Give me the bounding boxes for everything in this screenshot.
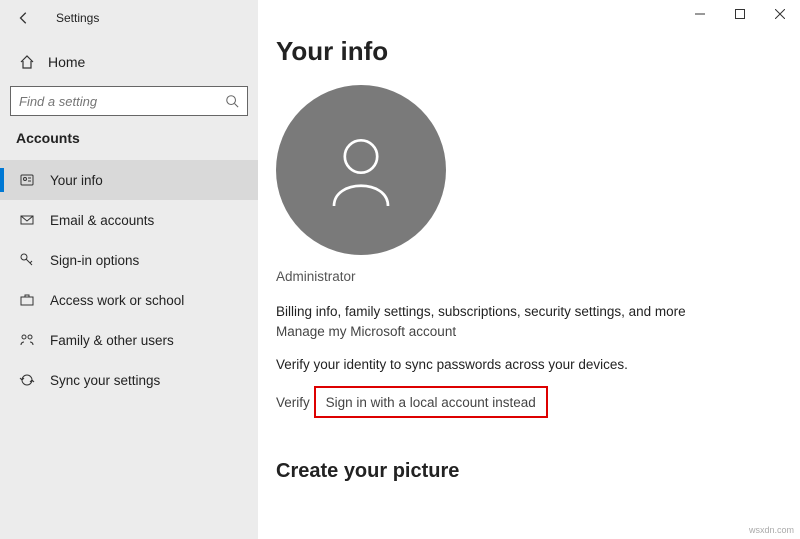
sidebar-item-email[interactable]: Email & accounts xyxy=(0,200,258,240)
back-button[interactable] xyxy=(10,4,38,32)
sidebar-item-label: Email & accounts xyxy=(50,213,154,228)
verify-desc: Verify your identity to sync passwords a… xyxy=(276,357,800,372)
sidebar-item-label: Your info xyxy=(50,173,103,188)
highlight-box: Sign in with a local account instead xyxy=(314,386,548,418)
sidebar-item-label: Sign-in options xyxy=(50,253,139,268)
home-label: Home xyxy=(48,54,85,70)
home-button[interactable]: Home xyxy=(0,44,258,80)
main-area: Your info Administrator Billing info, fa… xyxy=(258,0,800,539)
search-icon xyxy=(225,94,239,108)
sidebar-item-sign-in[interactable]: Sign-in options xyxy=(0,240,258,280)
sidebar-item-work-school[interactable]: Access work or school xyxy=(0,280,258,320)
window-controls xyxy=(258,0,800,36)
search-input[interactable] xyxy=(19,94,225,109)
app-title: Settings xyxy=(56,11,99,25)
role-text: Administrator xyxy=(276,269,800,284)
local-account-link[interactable]: Sign in with a local account instead xyxy=(326,395,536,410)
key-icon xyxy=(16,252,38,268)
manage-account-link[interactable]: Manage my Microsoft account xyxy=(276,324,456,339)
minimize-icon xyxy=(695,9,705,19)
page-title: Your info xyxy=(276,36,800,67)
maximize-icon xyxy=(735,9,745,19)
search-box[interactable] xyxy=(10,86,248,116)
close-button[interactable] xyxy=(760,0,800,28)
section-title: Accounts xyxy=(0,130,258,146)
content: Your info Administrator Billing info, fa… xyxy=(258,36,800,539)
your-info-icon xyxy=(16,172,38,188)
sync-icon xyxy=(16,372,38,388)
email-icon xyxy=(16,212,38,228)
sidebar-item-family[interactable]: Family & other users xyxy=(0,320,258,360)
billing-desc: Billing info, family settings, subscript… xyxy=(276,304,800,319)
avatar xyxy=(276,85,446,255)
close-icon xyxy=(775,9,785,19)
nav-list: Your info Email & accounts Sign-in optio… xyxy=(0,160,258,400)
family-icon xyxy=(16,332,38,348)
arrow-left-icon xyxy=(17,11,31,25)
watermark: wsxdn.com xyxy=(749,525,794,535)
sidebar-item-label: Family & other users xyxy=(50,333,174,348)
sidebar-item-your-info[interactable]: Your info xyxy=(0,160,258,200)
topbar: Settings xyxy=(0,0,258,36)
sidebar: Settings Home Accounts Your info Email &… xyxy=(0,0,258,539)
sidebar-item-label: Access work or school xyxy=(50,293,184,308)
maximize-button[interactable] xyxy=(720,0,760,28)
verify-link[interactable]: Verify xyxy=(276,395,310,410)
minimize-button[interactable] xyxy=(680,0,720,28)
create-picture-title: Create your picture xyxy=(276,460,800,483)
sidebar-item-sync[interactable]: Sync your settings xyxy=(0,360,258,400)
person-icon xyxy=(316,125,406,215)
sidebar-item-label: Sync your settings xyxy=(50,373,160,388)
briefcase-icon xyxy=(16,292,38,308)
home-icon xyxy=(16,54,38,70)
